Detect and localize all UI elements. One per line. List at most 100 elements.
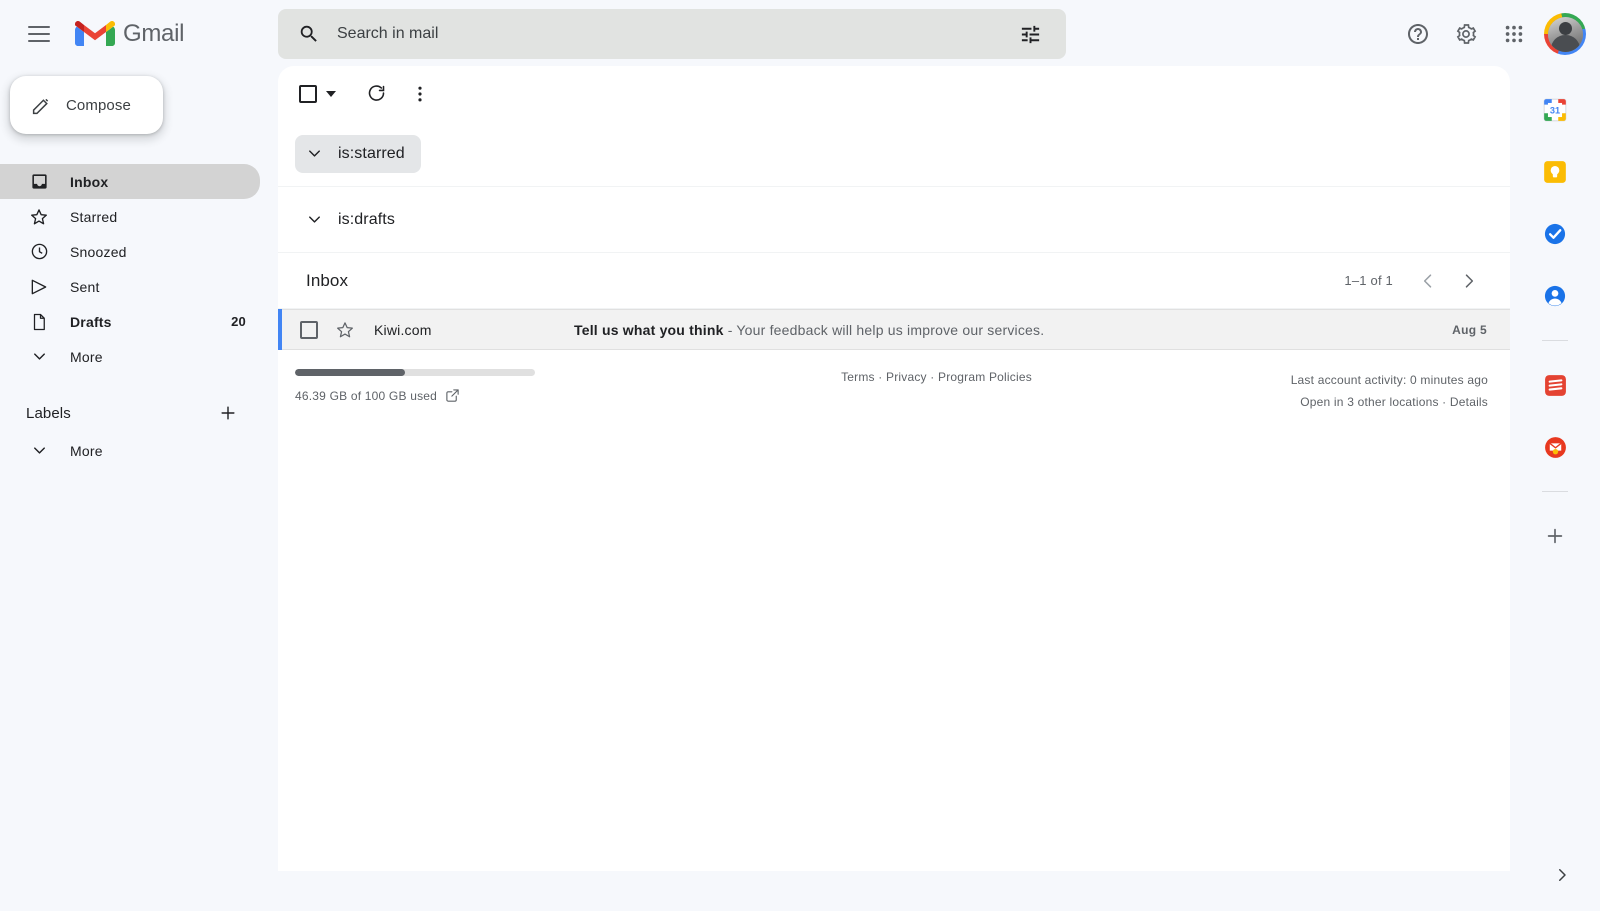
labels-title: Labels xyxy=(26,404,71,422)
gmail-wordmark: Gmail xyxy=(123,20,185,47)
search-bar[interactable] xyxy=(278,9,1066,59)
select-all-control[interactable] xyxy=(295,84,336,103)
chevron-right-icon[interactable] xyxy=(1450,262,1488,300)
sidebar-item-drafts[interactable]: Drafts 20 xyxy=(0,304,260,339)
checkbox-icon[interactable] xyxy=(299,84,317,103)
email-sender: Kiwi.com xyxy=(374,321,432,338)
filter-section-is-drafts[interactable]: is:drafts xyxy=(278,187,1510,253)
table-row[interactable]: Kiwi.com Tell us what you think - Your f… xyxy=(278,309,1510,350)
footer-policy-links[interactable]: Terms · Privacy · Program Policies xyxy=(841,370,1032,384)
pagination: 1–1 of 1 xyxy=(1344,262,1488,300)
filter-chip-drafts[interactable]: is:drafts xyxy=(295,201,411,239)
gmail-logo-icon xyxy=(75,19,115,49)
gear-icon[interactable] xyxy=(1442,10,1490,58)
storage-progress-fill xyxy=(295,369,406,376)
sidebar-item-count: 20 xyxy=(231,314,246,329)
labels-more-label: More xyxy=(70,442,103,459)
sidebar-item-inbox[interactable]: Inbox xyxy=(0,164,260,199)
filter-chip-label: is:drafts xyxy=(338,210,395,228)
hamburger-menu-icon[interactable] xyxy=(15,10,63,58)
footer: 46.39 GB of 100 GB used Terms · Privacy … xyxy=(278,350,1510,413)
sidebar-item-label: Sent xyxy=(70,278,100,295)
side-apps-rail: 31 xyxy=(1510,68,1600,911)
email-date: Aug 5 xyxy=(1452,322,1487,337)
labels-more-item[interactable]: More xyxy=(0,433,260,468)
send-icon xyxy=(26,277,52,297)
chevron-right-icon[interactable] xyxy=(1546,859,1578,891)
labels-header: Labels xyxy=(0,393,260,433)
more-vertical-icon[interactable] xyxy=(400,74,440,114)
compose-button[interactable]: Compose xyxy=(10,76,163,134)
top-bar: Gmail xyxy=(0,0,1600,68)
caret-down-icon[interactable] xyxy=(326,90,336,97)
mail-toolbar xyxy=(278,66,1510,121)
chevron-down-icon xyxy=(305,144,324,163)
pagination-count: 1–1 of 1 xyxy=(1344,273,1393,288)
search-input[interactable] xyxy=(337,25,1019,43)
chevron-down-icon xyxy=(26,441,52,460)
google-contacts-icon[interactable] xyxy=(1531,272,1579,320)
footer-links: Terms · Privacy · Program Policies xyxy=(715,369,1158,384)
last-activity-text: Last account activity: 0 minutes ago xyxy=(1290,373,1488,387)
refresh-icon[interactable] xyxy=(356,74,396,114)
compose-label: Compose xyxy=(66,96,131,114)
account-avatar[interactable] xyxy=(1542,11,1588,57)
sidebar-item-label: Drafts xyxy=(70,313,112,330)
tune-filter-icon[interactable] xyxy=(1019,23,1042,46)
page-title: Inbox xyxy=(306,270,349,290)
sidebar-item-label: More xyxy=(70,348,103,365)
plus-icon[interactable] xyxy=(218,403,238,423)
document-icon xyxy=(26,313,52,331)
sidebar-nav-list: Inbox Starred Snoozed Sent Drafts 20 Mor… xyxy=(0,164,278,374)
external-link-icon[interactable] xyxy=(445,388,460,403)
google-calendar-icon[interactable]: 31 xyxy=(1531,86,1579,134)
sidebar-item-label: Starred xyxy=(70,208,118,225)
email-subject: Tell us what you think xyxy=(574,321,724,338)
sidebar-item-snoozed[interactable]: Snoozed xyxy=(0,234,260,269)
chevron-left-icon[interactable] xyxy=(1409,262,1447,300)
email-snippet: Your feedback will help us improve our s… xyxy=(736,321,1045,338)
top-right-actions xyxy=(1394,0,1588,68)
search-icon xyxy=(298,23,320,45)
inbox-icon xyxy=(26,172,52,191)
sidebar-item-more[interactable]: More xyxy=(0,339,260,374)
google-tasks-icon[interactable] xyxy=(1531,210,1579,258)
storage-text-row: 46.39 GB of 100 GB used xyxy=(295,388,715,403)
sidebar-item-label: Snoozed xyxy=(70,243,127,260)
storage-usage-label: 46.39 GB of 100 GB used xyxy=(295,388,438,403)
account-activity-info: Last account activity: 0 minutes ago Ope… xyxy=(1158,369,1488,413)
clock-icon xyxy=(26,242,52,261)
checkbox-icon[interactable] xyxy=(300,320,318,339)
plus-icon[interactable] xyxy=(1531,512,1579,560)
filter-chip-label: is:starred xyxy=(338,144,405,162)
google-apps-grid-icon[interactable] xyxy=(1490,10,1538,58)
filter-section-is-starred[interactable]: is:starred xyxy=(278,121,1510,187)
google-keep-icon[interactable] xyxy=(1531,148,1579,196)
help-icon[interactable] xyxy=(1394,10,1442,58)
inbox-section-header: Inbox 1–1 of 1 xyxy=(278,253,1510,309)
pencil-compose-icon xyxy=(31,95,52,116)
todoist-icon[interactable] xyxy=(1531,361,1579,409)
sidebar: Compose Inbox Starred Snoozed Sent Draft… xyxy=(0,68,278,911)
avatar-photo xyxy=(1547,16,1583,52)
svg-text:31: 31 xyxy=(1550,106,1560,116)
chevron-down-icon xyxy=(305,210,324,229)
chevron-down-icon xyxy=(26,347,52,366)
rail-divider xyxy=(1542,491,1568,492)
rail-divider xyxy=(1542,340,1568,341)
star-icon xyxy=(26,207,52,227)
star-icon[interactable] xyxy=(335,320,355,340)
main-panel: is:starred is:drafts Inbox 1–1 of 1 Kiwi… xyxy=(278,66,1510,871)
avatar-google-ring xyxy=(1544,13,1586,55)
open-locations-details-link[interactable]: Open in 3 other locations · Details xyxy=(1300,395,1488,409)
sidebar-item-sent[interactable]: Sent xyxy=(0,269,260,304)
gmail-brand[interactable]: Gmail xyxy=(75,19,184,49)
mailtrack-icon[interactable] xyxy=(1531,423,1579,471)
filter-chip-starred[interactable]: is:starred xyxy=(295,134,421,173)
sidebar-item-label: Inbox xyxy=(70,173,109,190)
sidebar-item-starred[interactable]: Starred xyxy=(0,199,260,234)
email-body: Tell us what you think - Your feedback w… xyxy=(574,322,1452,338)
storage-info: 46.39 GB of 100 GB used xyxy=(295,369,715,403)
storage-progress-bar xyxy=(295,369,535,376)
email-separator: - xyxy=(723,321,737,338)
